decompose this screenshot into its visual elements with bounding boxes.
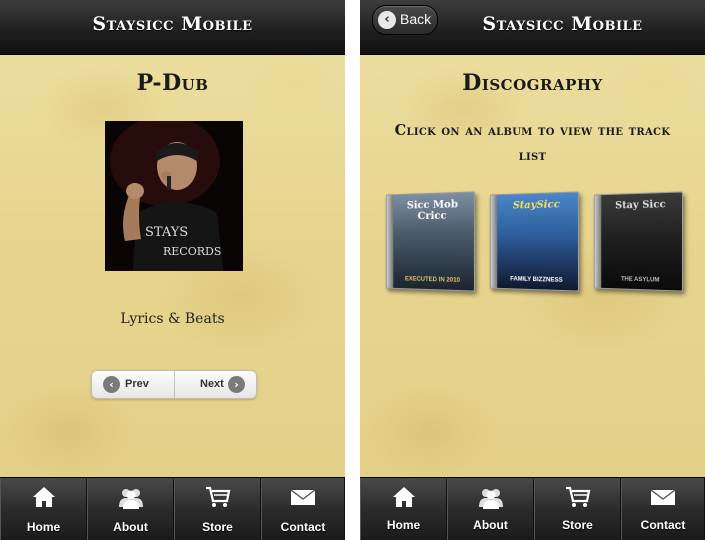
people-icon	[118, 489, 143, 509]
prev-label: Prev	[125, 378, 149, 390]
nav-about[interactable]: About	[87, 478, 174, 540]
nav-about-label: About	[473, 518, 508, 532]
instructions-text: Click on an album to view the track list	[394, 122, 671, 164]
shirt-text-1: STAYS	[145, 225, 188, 240]
next-button[interactable]: Next ›	[175, 371, 257, 398]
envelope-icon	[290, 489, 316, 505]
artist-screen: Staysicc Mobile P-Dub STAYS RECORDS Lyri…	[0, 0, 345, 540]
shirt-text-2: RECORDS	[163, 245, 221, 258]
album-title: Sicc Mob Cricc	[406, 199, 459, 223]
cart-icon	[565, 486, 590, 507]
header-bar: Staysicc Mobile	[0, 0, 345, 55]
next-label: Next	[200, 378, 224, 390]
nav-store-label: Store	[202, 520, 233, 534]
album-title: StaySicc	[512, 199, 560, 212]
arrow-left-icon: ‹	[103, 376, 120, 393]
nav-home-label: Home	[26, 520, 61, 534]
nav-store[interactable]: Store	[174, 478, 261, 540]
pager-control: ‹ Prev Next ›	[91, 370, 257, 399]
subtitle-text: Lyrics & Beats	[120, 311, 225, 327]
nav-home[interactable]: Home	[360, 478, 447, 540]
album-cover-2[interactable]: StaySicc FAMILY BIZZNESS	[488, 191, 580, 292]
nav-home[interactable]: Home	[0, 478, 87, 540]
envelope-icon	[650, 489, 676, 505]
nav-store-label: Store	[562, 518, 593, 532]
header-bar: ‹ Back Staysicc Mobile	[360, 0, 705, 55]
album-cover-3[interactable]: Stay Sicc THE ASYLUM	[592, 191, 684, 292]
footer-nav: Home About Store Contact	[0, 477, 345, 540]
nav-contact[interactable]: Contact	[621, 478, 705, 540]
cd-case: StaySicc FAMILY BIZZNESS	[489, 191, 580, 292]
home-icon	[392, 487, 415, 507]
artist-photo: STAYS RECORDS	[105, 121, 243, 271]
home-icon	[32, 487, 55, 507]
app-title: Staysicc Mobile	[482, 13, 643, 35]
people-icon	[478, 489, 503, 509]
album-title: Stay Sicc	[615, 199, 666, 212]
discography-screen: ‹ Back Staysicc Mobile Discography Click…	[360, 0, 705, 540]
nav-contact-label: Contact	[640, 518, 686, 532]
album-cover-1[interactable]: Sicc Mob Cricc EXECUTED IN 2010	[384, 191, 476, 292]
page-title: P-Dub	[136, 70, 209, 96]
arrow-left-icon: ‹	[378, 11, 396, 29]
nav-contact-label: Contact	[280, 520, 326, 534]
prev-button[interactable]: ‹ Prev	[92, 371, 174, 398]
page-title: Discography	[462, 70, 603, 96]
footer-nav: Home About Store Contact	[360, 477, 705, 540]
nav-about-label: About	[113, 520, 148, 534]
cd-case: Stay Sicc THE ASYLUM	[593, 191, 684, 292]
nav-store[interactable]: Store	[534, 478, 621, 540]
app-title: Staysicc Mobile	[92, 13, 253, 35]
cd-case: Sicc Mob Cricc EXECUTED IN 2010	[385, 191, 476, 292]
nav-about[interactable]: About	[447, 478, 534, 540]
nav-home-label: Home	[386, 518, 421, 532]
arrow-right-icon: ›	[228, 376, 245, 393]
cart-icon	[205, 486, 230, 507]
nav-contact[interactable]: Contact	[261, 478, 345, 540]
